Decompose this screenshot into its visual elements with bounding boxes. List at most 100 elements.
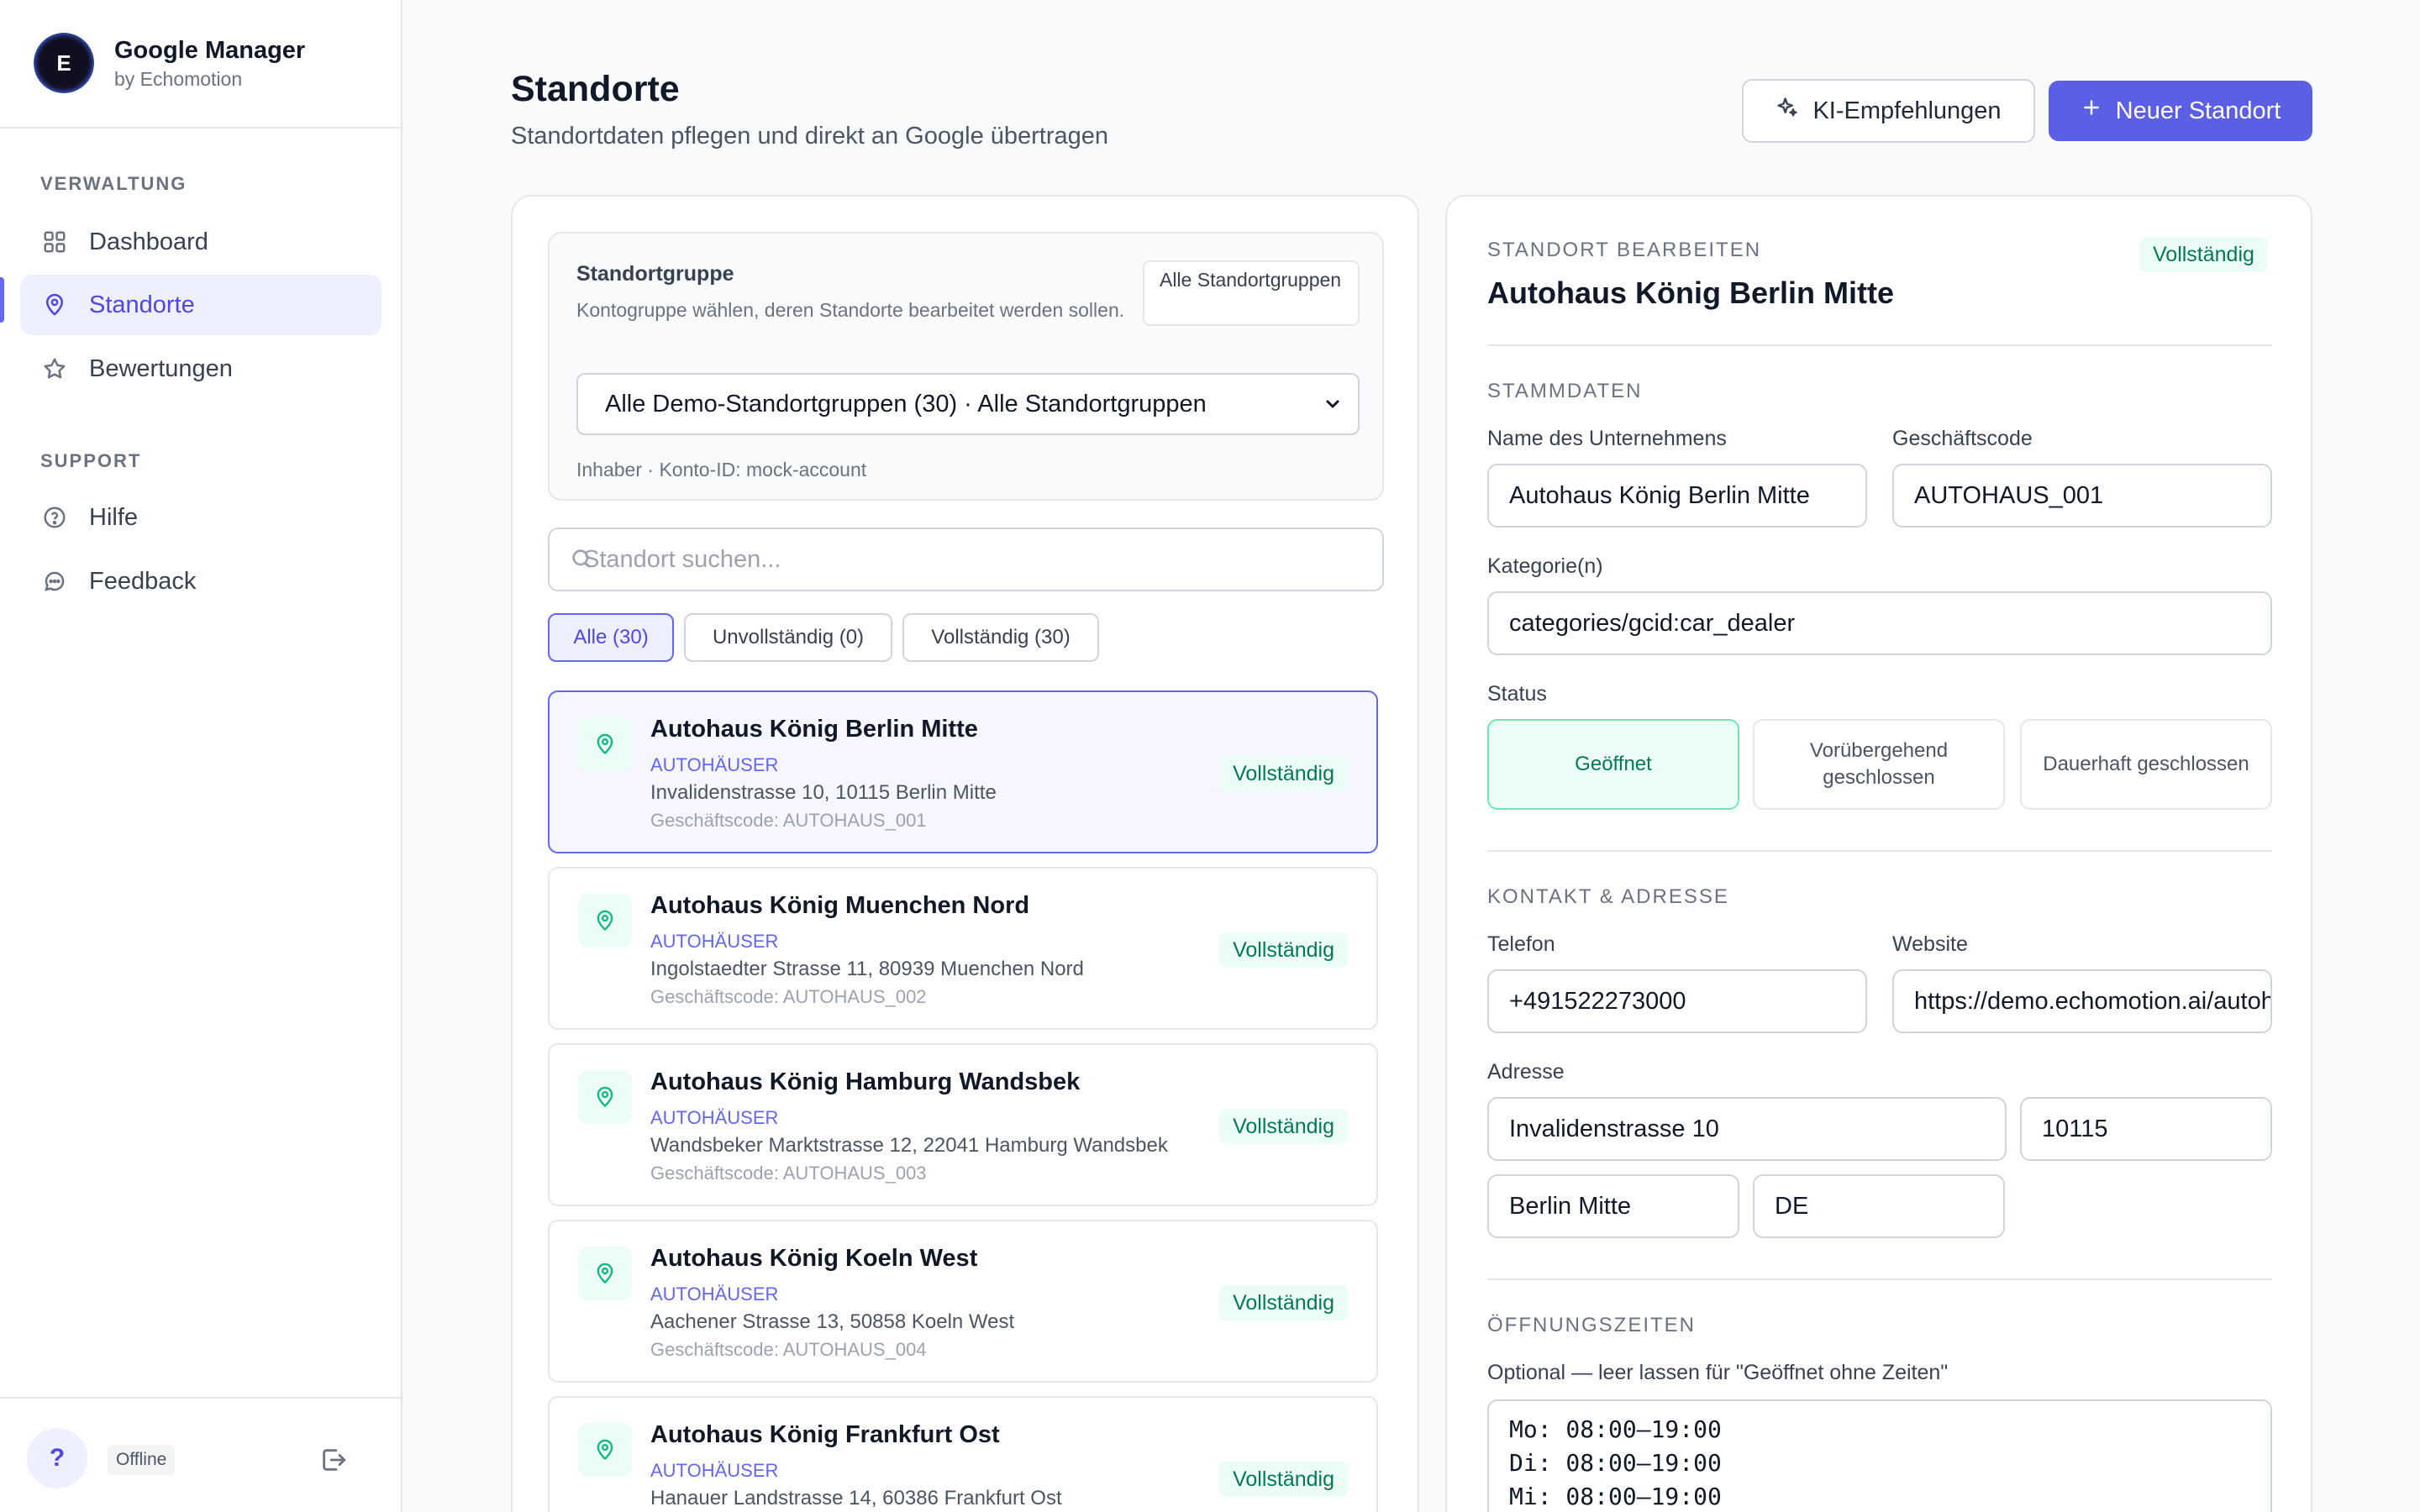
brand-title: Google Manager xyxy=(114,37,306,64)
status-badge: Vollständig xyxy=(1219,932,1348,968)
divider xyxy=(1487,344,2272,346)
status-badge: Vollständig xyxy=(1219,1462,1348,1497)
location-name: Autohaus König Hamburg Wandsbek xyxy=(650,1068,1081,1095)
location-list-card: Standortgruppe Kontogruppe wählen, deren… xyxy=(511,195,1419,1512)
location-category: AUTOHÄUSER xyxy=(650,1460,779,1481)
location-group-box: Standortgruppe Kontogruppe wählen, deren… xyxy=(548,232,1384,501)
help-circle-icon xyxy=(40,503,69,532)
location-code: Geschäftscode: AUTOHAUS_003 xyxy=(650,1163,927,1184)
business-code-field[interactable]: AUTOHAUS_001 xyxy=(1892,464,2272,528)
section-label-verwaltung: VERWALTUNG xyxy=(40,173,187,194)
brand-subtitle: by Echomotion xyxy=(114,68,243,90)
sidebar-item-label: Hilfe xyxy=(89,503,139,531)
ai-recommendations-label: KI-Empfehlungen xyxy=(1812,97,2002,124)
country-field[interactable]: DE xyxy=(1753,1174,2005,1238)
opening-hours-textarea[interactable]: Mo: 08:00–19:00 Di: 08:00–19:00 Mi: 08:0… xyxy=(1487,1399,2272,1512)
sparkles-icon xyxy=(1776,96,1799,126)
phone-field[interactable]: +491522273000 xyxy=(1487,969,1867,1033)
group-chip: Alle Standortgruppen xyxy=(1143,260,1360,326)
status-badge: Vollständig xyxy=(1219,1109,1348,1144)
hours-line: Mi: 08:00–19:00 xyxy=(1509,1483,1722,1510)
website-label: Website xyxy=(1892,932,1968,956)
location-category: AUTOHÄUSER xyxy=(650,1284,779,1305)
group-select[interactable]: Alle Demo-Standortgruppen (30) · Alle St… xyxy=(576,373,1360,435)
address-label: Adresse xyxy=(1487,1060,1565,1084)
website-field[interactable]: https://demo.echomotion.ai/autohaus xyxy=(1892,969,2272,1033)
filter-all[interactable]: Alle (30) xyxy=(548,613,674,662)
divider xyxy=(1487,850,2272,852)
location-name: Autohaus König Berlin Mitte xyxy=(650,716,978,743)
grid-icon xyxy=(40,228,69,256)
editor-overline: STANDORT BEARBEITEN xyxy=(1487,239,1762,261)
status-open-button[interactable]: Geöffnet xyxy=(1487,719,1739,810)
status-label: Status xyxy=(1487,682,1547,706)
hours-line: Mo: 08:00–19:00 xyxy=(1509,1415,1722,1443)
new-location-button[interactable]: Neuer Standort xyxy=(2049,81,2312,141)
phone-label: Telefon xyxy=(1487,932,1555,956)
name-label: Name des Unternehmens xyxy=(1487,427,1727,450)
location-code: Geschäftscode: AUTOHAUS_001 xyxy=(650,810,927,831)
filter-incomplete[interactable]: Unvollständig (0) xyxy=(684,613,892,662)
status-badge: Vollständig xyxy=(2139,237,2268,272)
hours-line: Di: 08:00–19:00 xyxy=(1509,1449,1722,1477)
logout-icon[interactable] xyxy=(319,1446,348,1474)
status-temp-closed-button[interactable]: Vorübergehend geschlossen xyxy=(1753,719,2005,810)
brand-logo: E xyxy=(34,33,94,93)
category-label: Kategorie(n) xyxy=(1487,554,1603,578)
street-field[interactable]: Invalidenstrasse 10 xyxy=(1487,1097,2007,1161)
location-item[interactable]: Autohaus König Frankfurt Ost AUTOHÄUSER … xyxy=(548,1396,1378,1512)
section-hours: ÖFFNUNGSZEITEN xyxy=(1487,1314,1696,1336)
ai-recommendations-button[interactable]: KI-Empfehlungen xyxy=(1742,79,2035,143)
location-address: Aachener Strasse 13, 50858 Koeln West xyxy=(650,1310,1015,1333)
map-pin-icon xyxy=(40,291,69,319)
map-pin-icon xyxy=(578,1423,632,1477)
section-kontakt: KONTAKT & ADRESSE xyxy=(1487,885,1729,908)
status-badge: Offline xyxy=(108,1445,176,1475)
location-address: Wandsbeker Marktstrasse 12, 22041 Hambur… xyxy=(650,1134,1168,1157)
plus-icon xyxy=(2081,97,2102,125)
status-badge: Vollständig xyxy=(1219,1285,1348,1320)
sidebar-item-standorte[interactable]: Standorte xyxy=(20,275,381,335)
location-code: Geschäftscode: AUTOHAUS_002 xyxy=(650,986,927,1007)
sidebar-footer: ? Offline xyxy=(0,1397,401,1512)
code-label: Geschäftscode xyxy=(1892,427,2033,450)
location-address: Ingolstaedter Strasse 11, 80939 Muenchen… xyxy=(650,958,1084,980)
sidebar-item-label: Dashboard xyxy=(89,228,208,255)
category-field[interactable]: categories/gcid:car_dealer xyxy=(1487,591,2272,655)
hours-hint: Optional — leer lassen für "Geöffnet ohn… xyxy=(1487,1361,1949,1384)
sidebar-item-bewertungen[interactable]: Bewertungen xyxy=(20,339,381,399)
chevron-down-icon xyxy=(1323,393,1343,413)
search-placeholder: Standort suchen... xyxy=(583,545,781,573)
zip-field[interactable]: 10115 xyxy=(2020,1097,2272,1161)
location-name: Autohaus König Frankfurt Ost xyxy=(650,1421,1000,1448)
location-item[interactable]: Autohaus König Hamburg Wandsbek AUTOHÄUS… xyxy=(548,1043,1378,1206)
location-category: AUTOHÄUSER xyxy=(650,931,779,952)
group-select-value: Alle Demo-Standortgruppen (30) · Alle St… xyxy=(605,390,1207,417)
location-item[interactable]: Autohaus König Berlin Mitte AUTOHÄUSER I… xyxy=(548,690,1378,853)
location-category: AUTOHÄUSER xyxy=(650,1107,779,1128)
location-editor-card: STANDORT BEARBEITEN Autohaus König Berli… xyxy=(1445,195,2312,1512)
group-description: Kontogruppe wählen, deren Standorte bear… xyxy=(576,299,1125,321)
search-input[interactable]: Standort suchen... xyxy=(548,528,1384,591)
location-item[interactable]: Autohaus König Muenchen Nord AUTOHÄUSER … xyxy=(548,867,1378,1030)
sidebar-item-hilfe[interactable]: Hilfe xyxy=(20,487,381,548)
location-item[interactable]: Autohaus König Koeln West AUTOHÄUSER Aac… xyxy=(548,1220,1378,1383)
filter-complete[interactable]: Vollständig (30) xyxy=(902,613,1099,662)
location-address: Invalidenstrasse 10, 10115 Berlin Mitte xyxy=(650,781,997,804)
location-address: Hanauer Landstrasse 14, 60386 Frankfurt … xyxy=(650,1487,1062,1509)
sidebar-item-feedback[interactable]: Feedback xyxy=(20,551,381,612)
map-pin-icon xyxy=(578,1247,632,1300)
status-perm-closed-button[interactable]: Dauerhaft geschlossen xyxy=(2020,719,2272,810)
brand-header: E Google Manager by Echomotion xyxy=(0,0,401,129)
page-title: Standorte xyxy=(511,69,680,109)
city-field[interactable]: Berlin Mitte xyxy=(1487,1174,1739,1238)
new-location-label: Neuer Standort xyxy=(2115,97,2281,124)
help-button[interactable]: ? xyxy=(27,1428,87,1488)
chat-bubble-icon xyxy=(40,567,69,596)
app-root: E Google Manager by Echomotion VERWALTUN… xyxy=(0,0,2420,1512)
editor-title: Autohaus König Berlin Mitte xyxy=(1487,276,1894,310)
section-label-support: SUPPORT xyxy=(40,450,142,471)
status-badge: Vollständig xyxy=(1219,756,1348,791)
sidebar-item-dashboard[interactable]: Dashboard xyxy=(20,212,381,272)
business-name-field[interactable]: Autohaus König Berlin Mitte xyxy=(1487,464,1867,528)
